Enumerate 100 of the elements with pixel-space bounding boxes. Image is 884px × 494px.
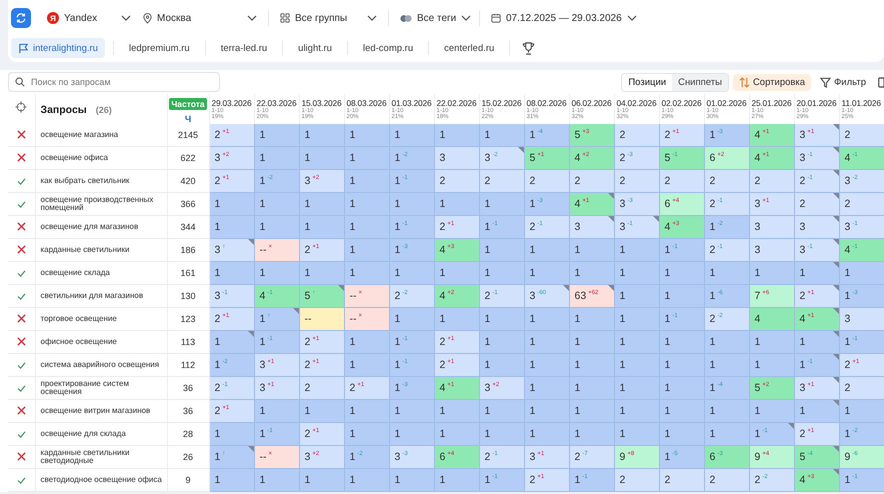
position-cell: 1 [254, 192, 299, 216]
position-cell: 3 $^{-1}$ [794, 238, 839, 262]
position-cell: 9 $^{+8}$ [614, 446, 659, 468]
position-cell: 4 $^{+2}$ [569, 146, 614, 170]
position-cell: 2 $^{-1}$ [704, 238, 749, 262]
frequency-unit[interactable]: Ч [168, 114, 208, 124]
date-header[interactable]: 01.02.2026 [706, 98, 748, 108]
position-cell: 1 [479, 422, 524, 446]
position-cell: 1 [569, 330, 614, 354]
trophy-icon[interactable] [522, 42, 536, 54]
position-cell: 2 $^{-1}$ [479, 284, 524, 308]
date-header[interactable]: 08.02.2026 [526, 98, 568, 108]
date-header[interactable]: 11.01.2026 [842, 98, 883, 108]
site-tab[interactable]: centerled.ru [437, 38, 502, 58]
date-header[interactable]: 29.03.2026 [212, 98, 253, 108]
query-text: освещение магазина [40, 130, 118, 139]
tags-dropdown[interactable]: Все теги [396, 7, 472, 29]
position-cell: 3 $^{-1}$ [839, 216, 884, 238]
target-icon[interactable] [15, 101, 28, 113]
position-cell: 4 $^{+3}$ [659, 216, 704, 238]
position-cell: 1 [479, 354, 524, 376]
position-cell: 4 $^{-1}$ [254, 284, 299, 308]
refresh-button[interactable] [11, 8, 31, 28]
frequency-value: 420 [180, 176, 196, 186]
position-cell: 1 [524, 400, 569, 422]
region-label: Москва [157, 12, 192, 24]
site-tab[interactable]: interalighting.ru [11, 38, 105, 58]
period-dropdown[interactable]: 07.12.2025 — 29.03.2026 [487, 7, 627, 29]
date-header[interactable]: 25.01.2026 [752, 98, 793, 108]
position-cell: 1 [299, 192, 344, 216]
position-cell: 1 $^{-2}$ [389, 146, 434, 170]
site-tab[interactable]: ulight.ru [291, 38, 339, 58]
position-cell: 1 $^{-3}$ [524, 192, 569, 216]
position-cell: 1 [839, 400, 884, 422]
position-cell: 1 $^{-6}$ [704, 284, 749, 308]
position-cell: 3 $^{+1}$ [794, 124, 839, 146]
date-header[interactable]: 01.03.2026 [392, 98, 433, 108]
position-cell: 1 [749, 330, 794, 354]
sort-icon [738, 76, 750, 88]
site-tab[interactable]: led-comp.ru [356, 38, 420, 58]
calendar-icon [491, 13, 501, 23]
position-cell: 1 $^{-1}$ [254, 422, 299, 446]
position-cell: 2 $^{+1}$ [299, 238, 344, 262]
position-cell: 2 $^{+1}$ [524, 468, 569, 492]
date-header[interactable]: 15.02.2026 [482, 98, 523, 108]
position-cell: 1 [614, 422, 659, 446]
date-header[interactable]: 08.03.2026 [346, 98, 388, 108]
position-cell: 2 $^{-2}$ [704, 308, 749, 330]
position-cell: 3 $^{-1}$ [614, 216, 659, 238]
tags-label: Все теги [417, 12, 456, 24]
frequency-value: 622 [180, 153, 196, 163]
position-cell: 1 [479, 400, 524, 422]
date-header[interactable]: 22.02.2026 [436, 98, 478, 108]
position-cell: 2 [749, 170, 794, 192]
position-cell: 1 [794, 262, 839, 284]
position-cell: 4 $^{-1}$ [839, 238, 884, 262]
date-header[interactable]: 22.03.2026 [256, 98, 298, 108]
position-cell: 5 $^{+3}$ [569, 124, 614, 146]
position-cell: 1 [569, 262, 614, 284]
search-field[interactable]: Поиск по запросам [8, 72, 220, 92]
sort-button[interactable]: Сортировка [732, 74, 812, 90]
position-cell: 2 $^{-1}$ [209, 376, 254, 400]
filter-button[interactable]: Фильтр [815, 74, 871, 90]
site-tab[interactable]: terra-led.ru [214, 38, 274, 58]
position-cell: 1 [209, 262, 254, 284]
position-cell: 1 [524, 262, 569, 284]
position-cell: 1 [344, 192, 389, 216]
position-cell: 1 [299, 468, 344, 492]
position-cell: 1 [794, 400, 839, 422]
engine-dropdown[interactable]: Я Yandex [43, 7, 135, 29]
position-cell: 1 [614, 330, 659, 354]
position-cell: 1 $^{-4}$ [704, 376, 749, 400]
position-cell: 1 [614, 308, 659, 330]
position-cell: 2 [479, 170, 524, 192]
position-cell: 1 [344, 216, 389, 238]
position-cell: 1 $^{↑}$ [254, 308, 299, 330]
date-header[interactable]: 04.02.2026 [616, 98, 658, 108]
position-cell: 2 [794, 192, 839, 216]
position-cell: 1 [299, 124, 344, 146]
position-cell: 4 $^{-1}$ [839, 146, 884, 170]
frequency-value: 36 [182, 406, 193, 416]
position-cell: 1 $^{-1}$ [254, 330, 299, 354]
groups-dropdown[interactable]: Все группы [276, 7, 381, 29]
position-cell: 4 [749, 308, 794, 330]
date-header[interactable]: 02.02.2026 [662, 98, 703, 108]
frequency-value: 36 [182, 383, 193, 393]
date-header[interactable]: 15.03.2026 [302, 98, 343, 108]
date-header[interactable]: 20.01.2026 [796, 98, 838, 108]
region-dropdown[interactable]: Москва [139, 7, 261, 29]
position-cell: -- [299, 308, 344, 330]
position-cell: 1 $^{-1}$ [389, 330, 434, 354]
query-text: светодиодное освещение офиса [40, 474, 162, 484]
site-tab[interactable]: ledpremium.ru [122, 38, 197, 58]
columns-icon[interactable] [878, 76, 884, 88]
position-cell: 1 [209, 468, 254, 492]
position-cell: 5 $^{↑}$ [299, 284, 344, 308]
position-cell: 6 $^{+4}$ [434, 446, 479, 468]
date-header[interactable]: 06.02.2026 [572, 98, 613, 108]
position-cell: 1 [389, 422, 434, 446]
mode-tab[interactable]: Сниппеты [672, 74, 728, 90]
